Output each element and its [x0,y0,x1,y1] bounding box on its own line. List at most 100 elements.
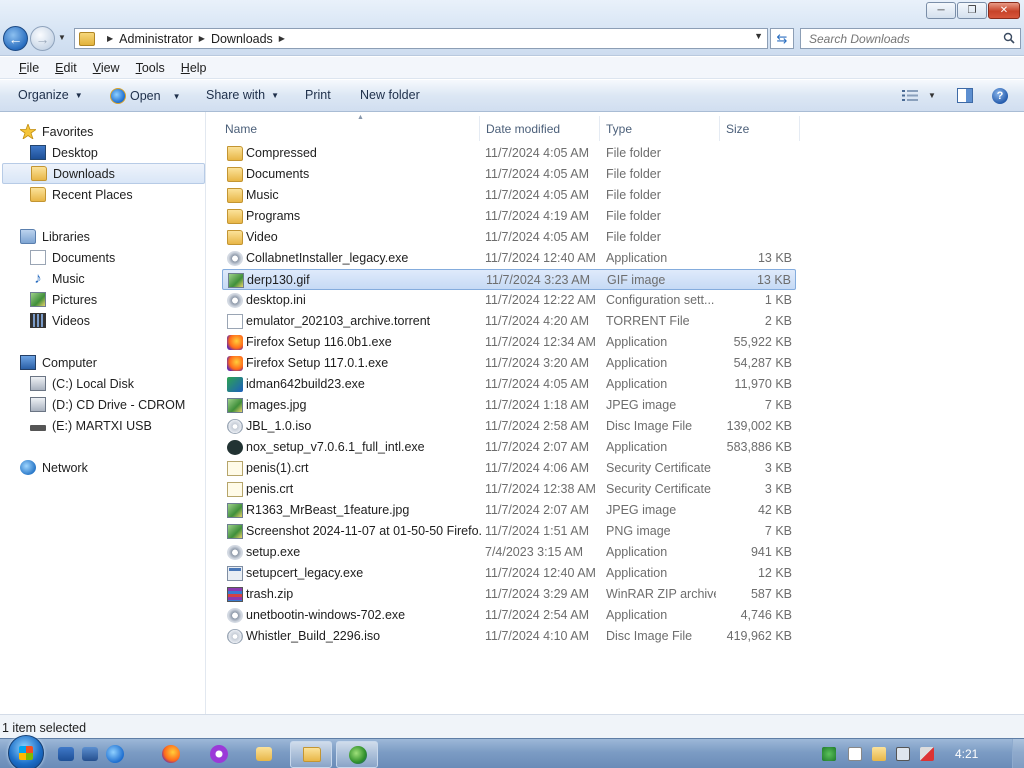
file-type: Security Certificate [606,461,711,475]
file-row[interactable]: Documents 11/7/2024 4:05 AM File folder [222,164,796,185]
file-row[interactable]: CollabnetInstaller_legacy.exe 11/7/2024 1… [222,248,796,269]
file-type: PNG image [606,524,671,538]
tray-action-center-icon[interactable] [872,747,886,761]
menu-edit[interactable]: Edit [47,61,85,75]
internet-explorer-icon[interactable] [106,745,124,763]
file-size: 1 KB [764,293,792,307]
file-row[interactable]: trash.zip 11/7/2024 3:29 AM WinRAR ZIP arc… [222,584,796,605]
menu-file[interactable]: File [11,61,47,75]
help-icon[interactable]: ? [992,88,1008,104]
file-type: Application [606,608,668,622]
column-header-name[interactable]: Name ▲ [219,114,480,141]
file-row[interactable]: unetbootin-windows-702.exe 11/7/2024 2:54… [222,605,796,626]
address-bar[interactable]: ▶ Administrator ▶ Downloads ▶ ▼ [74,28,768,49]
share-with-button[interactable]: Share with ▼ [206,88,279,102]
chevron-right-icon[interactable]: ▶ [107,34,113,43]
restore-button[interactable]: ❐ [957,2,987,19]
breadcrumb-downloads[interactable]: Downloads [211,32,273,46]
file-row[interactable]: Video 11/7/2024 4:05 AM File folder [222,227,796,248]
file-row[interactable]: setup.exe 7/4/2023 3:15 AM Application 941 … [222,542,796,563]
recent-pages-dropdown[interactable]: ▼ [58,33,66,42]
nav-documents[interactable]: Documents [30,247,200,268]
file-row[interactable]: R1363_MrBeast_1feature.jpg 11/7/2024 2:07… [222,500,796,521]
nav-pictures[interactable]: Pictures [30,289,200,310]
nav-network[interactable]: Network [20,457,225,478]
tray-network-icon[interactable] [822,747,836,761]
file-date-modified: 7/4/2023 3:15 AM [485,545,583,559]
file-row[interactable]: desktop.ini 11/7/2024 12:22 AM Configurati… [222,290,796,311]
taskbar-app-window[interactable] [336,741,378,768]
breadcrumb-administrator[interactable]: Administrator [119,32,193,46]
refresh-button[interactable]: ⇆ [770,28,794,49]
tray-display-icon[interactable] [896,747,910,761]
tray-document-icon[interactable] [848,747,862,761]
file-row[interactable]: idman642build23.exe 11/7/2024 4:05 AM Appl… [222,374,796,395]
organize-button[interactable]: Organize ▼ [18,88,83,102]
print-button[interactable]: Print [305,88,331,102]
column-header-date[interactable]: Date modified [480,116,600,141]
nav-e-drive[interactable]: (E:) MARTXI USB [30,415,200,436]
minimize-button[interactable]: ─ [926,2,956,19]
app-icon[interactable] [210,745,228,763]
start-button[interactable] [8,735,44,768]
new-folder-button[interactable]: New folder [360,88,420,102]
taskbar-explorer-window[interactable] [290,741,332,768]
file-date-modified: 11/7/2024 4:05 AM [485,377,590,391]
file-row[interactable]: Compressed 11/7/2024 4:05 AM File folder [222,143,796,164]
show-desktop-button[interactable] [1012,739,1024,768]
show-desktop-quicklaunch-icon[interactable] [58,747,74,761]
file-row[interactable]: JBL_1.0.iso 11/7/2024 2:58 AM Disc Image F… [222,416,796,437]
chevron-right-icon[interactable]: ▶ [199,34,205,43]
file-type: Application [606,251,668,265]
file-row[interactable]: Whistler_Build_2296.iso 11/7/2024 4:10 AM… [222,626,796,647]
close-button[interactable]: ✕ [988,2,1020,19]
views-icon[interactable] [902,89,918,102]
preview-pane-icon[interactable] [957,88,973,103]
file-row[interactable]: Programs 11/7/2024 4:19 AM File folder [222,206,796,227]
file-row[interactable]: Firefox Setup 117.0.1.exe 11/7/2024 3:20 … [222,353,796,374]
menu-help[interactable]: Help [173,61,215,75]
menu-view[interactable]: View [85,61,128,75]
file-row[interactable]: setupcert_legacy.exe 11/7/2024 12:40 AM Ap… [222,563,796,584]
file-row[interactable]: Firefox Setup 116.0b1.exe 11/7/2024 12:34… [222,332,796,353]
nav-videos[interactable]: Videos [30,310,200,331]
forward-button[interactable]: → [30,26,55,51]
menu-tools[interactable]: Tools [128,61,173,75]
nav-computer[interactable]: Computer [20,352,225,373]
address-history-dropdown[interactable]: ▼ [754,31,763,41]
nav-music[interactable]: ♪ Music [30,268,200,289]
file-row[interactable]: derp130.gif 11/7/2024 3:23 AM GIF image 13 … [222,269,796,290]
back-button[interactable]: ← [3,26,28,51]
taskbar-clock[interactable]: 4:21 [955,747,978,761]
app-icon [227,566,243,581]
switch-windows-icon[interactable] [82,747,98,761]
column-header-type[interactable]: Type [600,116,720,141]
file-row[interactable]: images.jpg 11/7/2024 1:18 AM JPEG image 7 K… [222,395,796,416]
open-button[interactable]: Open ▼ [110,88,181,104]
nav-libraries[interactable]: Libraries [20,226,225,247]
chevron-down-icon[interactable]: ▼ [173,92,181,101]
chevron-right-icon[interactable]: ▶ [279,34,285,43]
file-row[interactable]: nox_setup_v7.0.6.1_full_intl.exe 11/7/202… [222,437,796,458]
search-box[interactable] [800,28,1021,49]
column-header-size[interactable]: Size [720,116,800,141]
search-icon[interactable] [1003,32,1015,44]
firefox-icon[interactable] [162,745,180,763]
tray-volume-muted-icon[interactable] [920,747,934,761]
nav-c-drive[interactable]: (C:) Local Disk [30,373,200,394]
file-size: 941 KB [750,545,792,559]
file-row[interactable]: Music 11/7/2024 4:05 AM File folder [222,185,796,206]
views-dropdown[interactable]: ▼ [928,91,936,100]
file-row[interactable]: emulator_202103_archive.torrent 11/7/2024… [222,311,796,332]
nav-downloads[interactable]: Downloads [2,163,205,184]
selection-count: 1 item selected [2,721,87,735]
search-input[interactable] [809,31,999,46]
file-row[interactable]: Screenshot 2024-11-07 at 01-50-50 Firefo… [222,521,796,542]
file-row[interactable]: penis.crt 11/7/2024 12:38 AM Security Cert… [222,479,796,500]
nav-favorites[interactable]: Favorites [20,121,225,142]
nav-recent-places[interactable]: Recent Places [30,184,200,205]
folder-quicklaunch-icon[interactable] [256,747,272,761]
nav-d-drive[interactable]: (D:) CD Drive - CDROM [30,394,200,415]
nav-desktop[interactable]: Desktop [30,142,200,163]
file-row[interactable]: penis(1).crt 11/7/2024 4:06 AM Security Ce… [222,458,796,479]
